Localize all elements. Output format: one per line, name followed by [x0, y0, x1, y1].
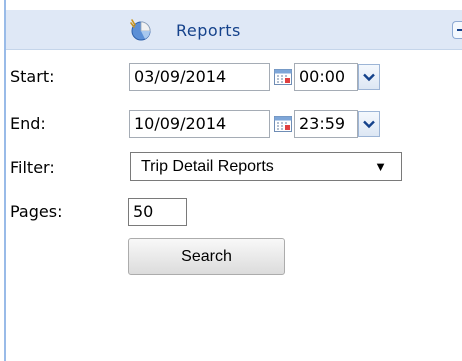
dropdown-arrow-icon: ▼ [374, 159, 387, 174]
filter-select[interactable]: Trip Detail Reports ▼ [130, 152, 402, 181]
start-time-field[interactable]: 00:00 [294, 63, 358, 91]
end-time-field[interactable]: 23:59 [294, 110, 358, 138]
reports-panel: Reports Start: 03/09/2014 00:00 End: 10/… [0, 0, 462, 361]
end-label: End: [10, 114, 46, 133]
start-calendar-icon[interactable] [273, 67, 293, 87]
start-time-dropdown-button[interactable] [358, 64, 380, 90]
panel-header: Reports [6, 10, 462, 50]
panel-title: Reports [176, 21, 241, 40]
reports-icon [127, 16, 153, 42]
filter-label: Filter: [10, 158, 55, 177]
start-label: Start: [10, 67, 55, 86]
search-button[interactable]: Search [128, 238, 285, 275]
chevron-down-icon [363, 73, 375, 82]
chevron-down-icon [363, 120, 375, 129]
start-date-field[interactable]: 03/09/2014 [129, 63, 270, 91]
end-time-dropdown-button[interactable] [358, 111, 380, 137]
end-calendar-icon[interactable] [273, 114, 293, 134]
end-date-field[interactable]: 10/09/2014 [129, 110, 270, 138]
collapse-icon[interactable] [452, 21, 462, 39]
pages-input[interactable]: 50 [128, 198, 187, 226]
pages-label: Pages: [10, 202, 63, 221]
filter-selected-value: Trip Detail Reports [141, 158, 274, 175]
panel-left-border [4, 0, 6, 361]
